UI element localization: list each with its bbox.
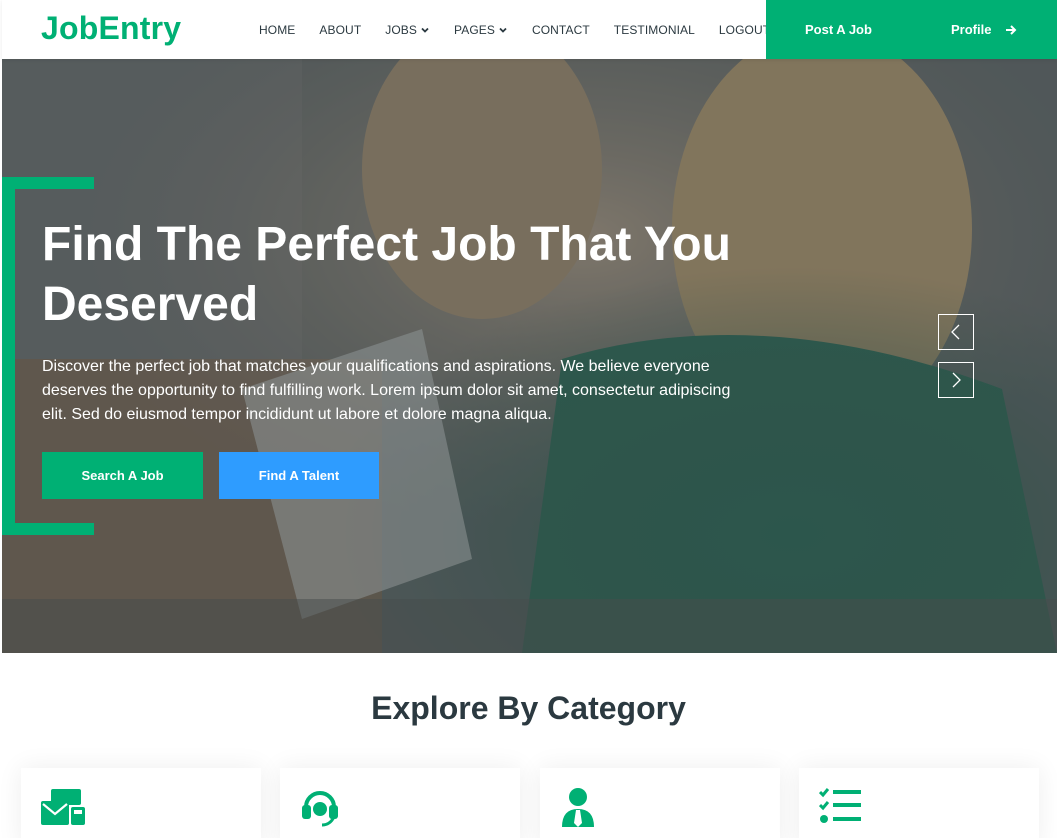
category-card[interactable] <box>799 768 1039 838</box>
chevron-left-icon <box>951 324 960 340</box>
category-section-title: Explore By Category <box>371 690 686 726</box>
nav-link-jobs-label: JOBS <box>385 22 417 37</box>
carousel-prev-button[interactable] <box>938 314 974 350</box>
carousel-next-button[interactable] <box>938 362 974 398</box>
nav-link-contact[interactable]: CONTACT <box>532 23 590 37</box>
chevron-right-icon <box>952 372 961 388</box>
arrow-right-icon <box>1006 24 1017 35</box>
hero-carousel: Find The Perfect Job That You Deserved D… <box>2 59 1057 653</box>
find-talent-button[interactable]: Find A Talent <box>219 452 379 499</box>
hero-accent-bracket-bottom <box>2 523 94 535</box>
navbar: JobEntry HOME ABOUT JOBS PAGES CONTACT T… <box>2 0 1057 59</box>
user-tie-icon <box>562 788 594 827</box>
nav-link-about[interactable]: ABOUT <box>319 23 361 37</box>
profile-button[interactable]: Profile <box>951 22 1017 37</box>
nav-link-pages-label: PAGES <box>454 22 495 37</box>
nav-link-pages[interactable]: PAGES <box>454 23 508 37</box>
brand-logo[interactable]: JobEntry <box>41 10 181 47</box>
nav-link-logout[interactable]: LOGOUT <box>719 23 770 37</box>
nav-links: HOME ABOUT JOBS PAGES CONTACT TESTIMONIA… <box>259 0 794 59</box>
nav-link-home[interactable]: HOME <box>259 23 295 37</box>
nav-cta-bar: Post A Job Profile <box>766 0 1057 59</box>
category-card[interactable] <box>280 768 520 838</box>
chevron-down-icon <box>499 27 507 33</box>
hero-accent-bracket <box>2 177 15 535</box>
nav-link-testimonial[interactable]: TESTIMONIAL <box>614 23 695 37</box>
hero-accent-bracket-top <box>2 177 94 189</box>
headset-icon <box>302 791 338 827</box>
profile-label: Profile <box>951 22 992 37</box>
mail-bulk-icon <box>41 789 85 825</box>
post-job-button[interactable]: Post A Job <box>805 22 872 37</box>
search-job-button[interactable]: Search A Job <box>42 452 203 499</box>
hero-description: Discover the perfect job that matches yo… <box>42 358 731 423</box>
nav-link-jobs[interactable]: JOBS <box>385 23 430 37</box>
tasks-icon <box>819 788 861 823</box>
category-card[interactable] <box>21 768 261 838</box>
chevron-down-icon <box>421 27 429 33</box>
category-card[interactable] <box>540 768 780 838</box>
hero-title: Find The Perfect Job That You Deserved <box>42 218 731 331</box>
